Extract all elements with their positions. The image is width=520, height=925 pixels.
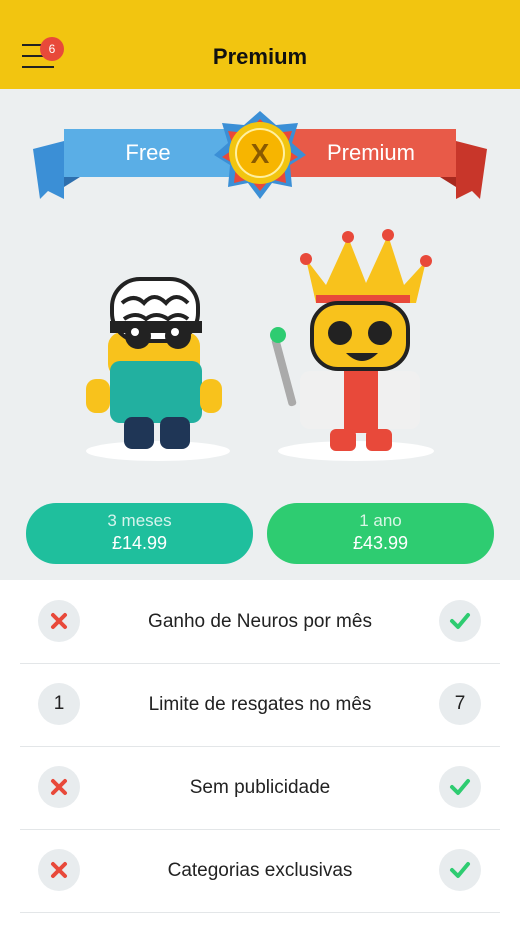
page-title: Premium (212, 44, 308, 69)
feature-row-neuros: Ganho de Neuros por mês (20, 580, 500, 664)
top-bar: 6 Premium (0, 0, 520, 89)
medal-letter: X (251, 138, 270, 169)
feature-row-redemptions: Limite de resgates no mês 1 7 (20, 663, 500, 747)
feature-row-no-ads: Sem publicidade (20, 746, 500, 830)
check-icon (439, 600, 481, 642)
feature-label: Limite de resgates no mês (148, 694, 372, 715)
cross-icon (38, 766, 80, 808)
feature-label: Categorias exclusivas (167, 860, 353, 881)
plan-price: £43.99 (352, 533, 409, 553)
plan-1-year-button[interactable]: 1 ano £43.99 (267, 503, 494, 564)
plan-duration: 3 meses (107, 511, 172, 530)
premium-label: Premium (327, 140, 415, 165)
check-icon (439, 766, 481, 808)
free-label: Free (125, 140, 170, 165)
check-icon (439, 849, 481, 891)
plan-duration: 1 ano (359, 511, 402, 530)
medal-icon: X (214, 111, 306, 199)
feature-row-categories: Categorias exclusivas (20, 829, 500, 913)
plan-3-months-button[interactable]: 3 meses £14.99 (26, 503, 253, 564)
premium-limit-value: 7 (439, 683, 481, 725)
feature-label: Ganho de Neuros por mês (148, 611, 372, 632)
feature-label: Sem publicidade (189, 777, 331, 798)
plan-price: £14.99 (111, 533, 168, 553)
premium-mascot (270, 229, 434, 461)
cross-icon (38, 600, 80, 642)
free-limit-value: 1 (38, 683, 80, 725)
cross-icon (38, 849, 80, 891)
free-mascot (86, 277, 230, 461)
